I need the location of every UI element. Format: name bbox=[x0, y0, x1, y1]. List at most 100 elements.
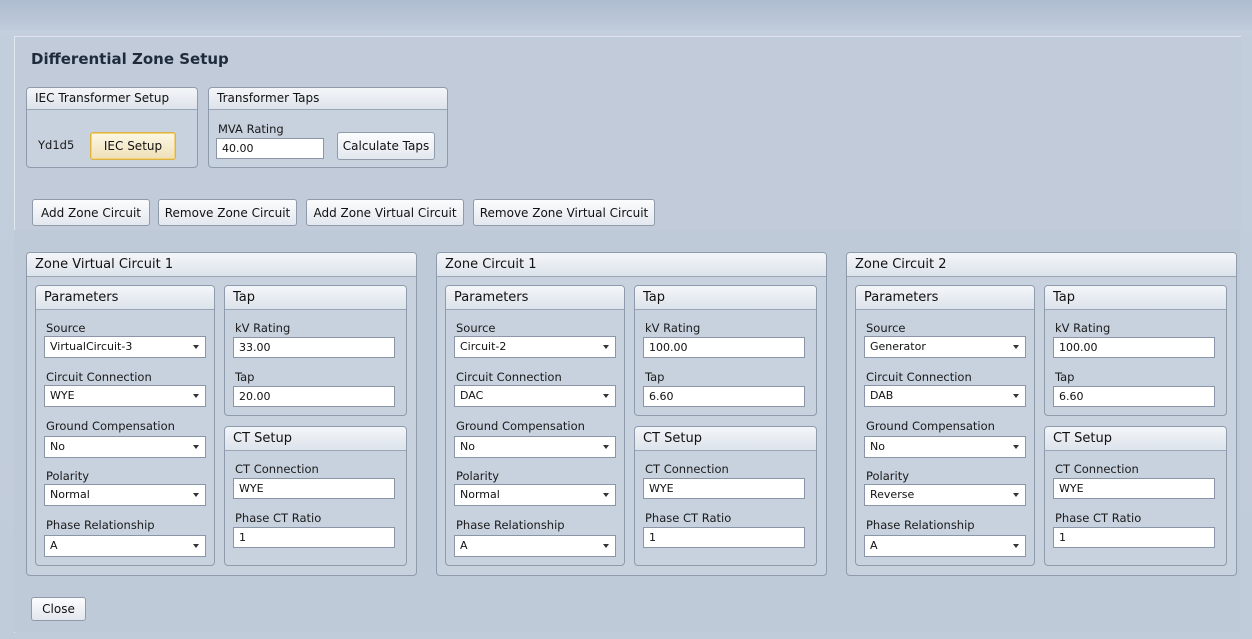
ct-connection-label: CT Connection bbox=[645, 462, 729, 476]
phase-relationship-label: Phase Relationship bbox=[456, 518, 565, 532]
ground-compensation-value: No bbox=[50, 440, 65, 453]
parameters-header: Parameters bbox=[446, 286, 624, 310]
phase-relationship-value: A bbox=[870, 539, 878, 552]
kv-rating-label: kV Rating bbox=[235, 321, 291, 335]
chevron-down-icon bbox=[1013, 445, 1019, 449]
iec-setup-button[interactable]: IEC Setup bbox=[90, 132, 176, 160]
tap-label: Tap bbox=[645, 370, 665, 384]
polarity-label: Polarity bbox=[46, 469, 90, 483]
chevron-down-icon bbox=[1013, 544, 1019, 548]
polarity-value: Reverse bbox=[870, 488, 915, 501]
polarity-dropdown[interactable]: Normal bbox=[44, 484, 206, 506]
tap-label: Tap bbox=[1055, 370, 1075, 384]
chevron-down-icon bbox=[193, 493, 199, 497]
polarity-label: Polarity bbox=[866, 469, 910, 483]
kv-rating-input[interactable]: 100.00 bbox=[643, 337, 805, 358]
ground-compensation-value: No bbox=[460, 440, 475, 453]
tap-input[interactable]: 6.60 bbox=[643, 386, 805, 407]
circuit-connection-dropdown[interactable]: WYE bbox=[44, 385, 206, 407]
kv-rating-input[interactable]: 33.00 bbox=[233, 337, 395, 358]
ground-compensation-dropdown[interactable]: No bbox=[44, 436, 206, 458]
source-label: Source bbox=[866, 321, 906, 335]
tap-input[interactable]: 6.60 bbox=[1053, 386, 1215, 407]
phase-relationship-value: A bbox=[460, 539, 468, 552]
remove-zone-virtual-circuit-button[interactable]: Remove Zone Virtual Circuit bbox=[473, 199, 655, 226]
phase-ct-ratio-label: Phase CT Ratio bbox=[645, 511, 732, 525]
ground-compensation-value: No bbox=[870, 440, 885, 453]
tap-header: Tap bbox=[1045, 286, 1226, 310]
ground-compensation-label: Ground Compensation bbox=[46, 419, 175, 433]
chevron-down-icon bbox=[603, 445, 609, 449]
ct-connection-input[interactable]: WYE bbox=[643, 478, 805, 499]
dialog-title: Differential Zone Setup bbox=[31, 50, 229, 68]
ct-connection-label: CT Connection bbox=[1055, 462, 1139, 476]
circuit-connection-dropdown[interactable]: DAB bbox=[864, 385, 1026, 407]
mva-rating-label: MVA Rating bbox=[218, 122, 284, 136]
phase-ct-ratio-input[interactable]: 1 bbox=[233, 527, 395, 548]
phase-relationship-value: A bbox=[50, 539, 58, 552]
ground-compensation-dropdown[interactable]: No bbox=[454, 436, 616, 458]
zone-title: Zone Circuit 2 bbox=[847, 253, 1236, 277]
ct-setup-header: CT Setup bbox=[1045, 427, 1226, 451]
ct-setup-header: CT Setup bbox=[225, 427, 406, 451]
phase-ct-ratio-label: Phase CT Ratio bbox=[235, 511, 322, 525]
add-zone-circuit-button[interactable]: Add Zone Circuit bbox=[32, 199, 150, 226]
chevron-down-icon bbox=[1013, 394, 1019, 398]
phase-relationship-label: Phase Relationship bbox=[46, 518, 155, 532]
chevron-down-icon bbox=[1013, 493, 1019, 497]
tap-input[interactable]: 20.00 bbox=[233, 386, 395, 407]
kv-rating-label: kV Rating bbox=[645, 321, 701, 335]
remove-zone-circuit-button[interactable]: Remove Zone Circuit bbox=[158, 199, 297, 226]
zone-title: Zone Virtual Circuit 1 bbox=[27, 253, 416, 277]
zone-title: Zone Circuit 1 bbox=[437, 253, 826, 277]
chevron-down-icon bbox=[603, 544, 609, 548]
ground-compensation-dropdown[interactable]: No bbox=[864, 436, 1026, 458]
add-zone-virtual-circuit-button[interactable]: Add Zone Virtual Circuit bbox=[306, 199, 464, 226]
circuit-connection-label: Circuit Connection bbox=[46, 370, 152, 384]
transformer-taps-header: Transformer Taps bbox=[209, 88, 447, 110]
phase-relationship-dropdown[interactable]: A bbox=[44, 535, 206, 557]
polarity-value: Normal bbox=[50, 488, 90, 501]
source-dropdown[interactable]: VirtualCircuit-3 bbox=[44, 336, 206, 358]
polarity-dropdown[interactable]: Reverse bbox=[864, 484, 1026, 506]
ground-compensation-label: Ground Compensation bbox=[866, 419, 995, 433]
circuit-connection-value: DAB bbox=[870, 389, 894, 402]
circuit-connection-label: Circuit Connection bbox=[866, 370, 972, 384]
ground-compensation-label: Ground Compensation bbox=[456, 419, 585, 433]
polarity-label: Polarity bbox=[456, 469, 500, 483]
source-dropdown[interactable]: Circuit-2 bbox=[454, 336, 616, 358]
ct-connection-input[interactable]: WYE bbox=[1053, 478, 1215, 499]
phase-ct-ratio-label: Phase CT Ratio bbox=[1055, 511, 1142, 525]
chevron-down-icon bbox=[603, 394, 609, 398]
calculate-taps-button[interactable]: Calculate Taps bbox=[337, 132, 435, 160]
polarity-value: Normal bbox=[460, 488, 500, 501]
kv-rating-input[interactable]: 100.00 bbox=[1053, 337, 1215, 358]
source-dropdown[interactable]: Generator bbox=[864, 336, 1026, 358]
vector-group-label: Yd1d5 bbox=[38, 138, 75, 152]
ct-setup-header: CT Setup bbox=[635, 427, 816, 451]
iec-setup-header: IEC Transformer Setup bbox=[27, 88, 197, 110]
tap-label: Tap bbox=[235, 370, 255, 384]
source-label: Source bbox=[456, 321, 496, 335]
circuit-connection-value: WYE bbox=[50, 389, 75, 402]
phase-ct-ratio-input[interactable]: 1 bbox=[1053, 527, 1215, 548]
source-value: VirtualCircuit-3 bbox=[50, 340, 133, 353]
chevron-down-icon bbox=[603, 345, 609, 349]
close-button[interactable]: Close bbox=[31, 597, 86, 621]
ct-connection-input[interactable]: WYE bbox=[233, 478, 395, 499]
window-top-strip bbox=[0, 0, 1252, 30]
mva-rating-input[interactable]: 40.00 bbox=[216, 138, 324, 159]
phase-relationship-dropdown[interactable]: A bbox=[864, 535, 1026, 557]
circuit-connection-dropdown[interactable]: DAC bbox=[454, 385, 616, 407]
tap-header: Tap bbox=[225, 286, 406, 310]
phase-relationship-dropdown[interactable]: A bbox=[454, 535, 616, 557]
phase-ct-ratio-input[interactable]: 1 bbox=[643, 527, 805, 548]
parameters-header: Parameters bbox=[36, 286, 214, 310]
polarity-dropdown[interactable]: Normal bbox=[454, 484, 616, 506]
source-value: Circuit-2 bbox=[460, 340, 507, 353]
kv-rating-label: kV Rating bbox=[1055, 321, 1111, 335]
source-value: Generator bbox=[870, 340, 926, 353]
chevron-down-icon bbox=[193, 345, 199, 349]
chevron-down-icon bbox=[603, 493, 609, 497]
ct-connection-label: CT Connection bbox=[235, 462, 319, 476]
